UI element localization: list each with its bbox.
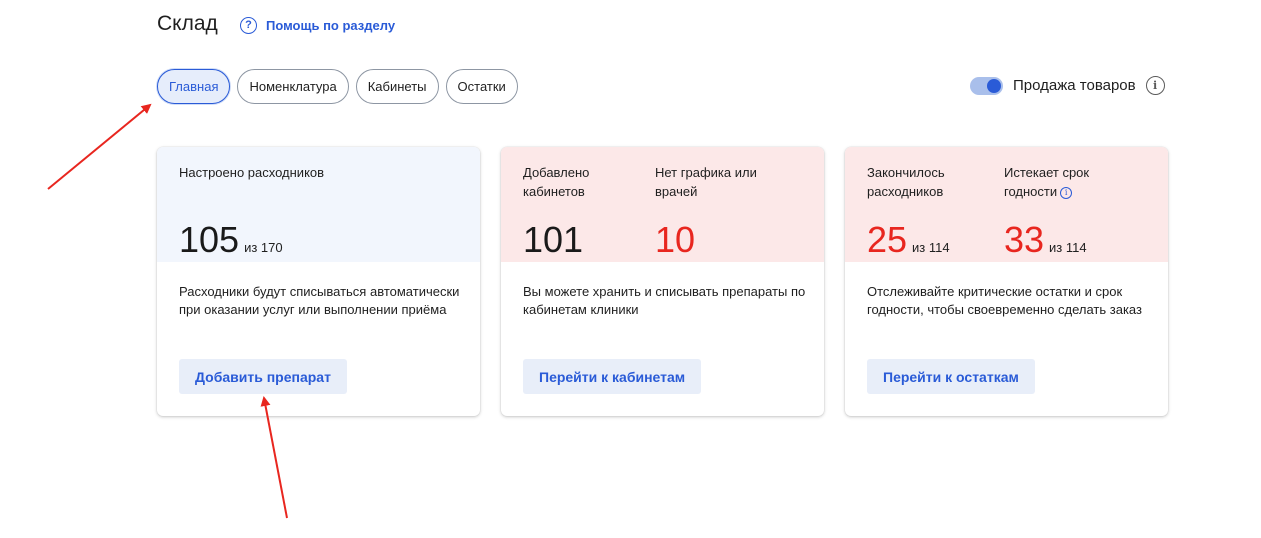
- cabinets-card: Добавлено кабинетов 101 Нет графика или …: [501, 147, 824, 416]
- stock-card: Закончилось расходников 25 из 114 Истека…: [845, 147, 1168, 416]
- page-title: Склад: [157, 12, 218, 35]
- stat-label: Истекает срок годности i: [1004, 163, 1134, 201]
- tab-bar: Главная Номенклатура Кабинеты Остатки: [157, 69, 518, 104]
- go-to-cabinets-button[interactable]: Перейти к кабинетам: [523, 359, 702, 394]
- help-link-label: Помощь по разделу: [266, 18, 396, 33]
- info-icon[interactable]: i: [1060, 186, 1073, 199]
- stat-number: 101: [523, 219, 584, 260]
- card-stats-area: Закончилось расходников 25 из 114 Истека…: [845, 147, 1168, 262]
- stat-total: из 114: [1049, 240, 1087, 255]
- info-icon[interactable]: i: [1145, 76, 1165, 95]
- stat-added-cabinets: Добавлено кабинетов 101: [523, 163, 618, 260]
- stat-value: 25 из 114: [867, 220, 950, 260]
- sales-toggle[interactable]: [970, 76, 1003, 95]
- sales-toggle-group: Продажа товаров i: [970, 76, 1165, 95]
- stat-label: Закончилось расходников: [867, 165, 945, 199]
- stat-value: 105 из 170: [179, 220, 283, 260]
- stat-number: 25: [867, 219, 908, 260]
- card-description: Вы можете хранить и списывать препараты …: [523, 284, 806, 317]
- stat-expiring: Истекает срок годности i 33 из 114: [1004, 163, 1134, 260]
- tab-main[interactable]: Главная: [157, 69, 231, 104]
- card-stats-area: Настроено расходников 105 из 170: [157, 147, 480, 262]
- stat-label: Нет графика или врачей: [655, 165, 757, 199]
- tab-nomenclature[interactable]: Номенклатура: [237, 69, 349, 104]
- consumables-card: Настроено расходников 105 из 170 Расходн…: [157, 147, 480, 416]
- stat-no-schedule: Нет графика или врачей 10: [655, 163, 785, 260]
- stat-value: 10: [655, 220, 695, 260]
- stat-label: Добавлено кабинетов: [523, 165, 590, 199]
- stat-value: 33 из 114: [1004, 220, 1087, 260]
- stat-number: 33: [1004, 219, 1045, 260]
- tab-stock[interactable]: Остатки: [445, 69, 518, 104]
- add-drug-button[interactable]: Добавить препарат: [179, 359, 347, 394]
- stat-out-of-consumables: Закончилось расходников 25 из 114: [867, 163, 977, 260]
- card-description: Расходники будут списываться автоматичес…: [179, 284, 460, 317]
- arrow-to-add-button: [260, 396, 288, 519]
- stat-value: 101: [523, 220, 583, 260]
- tab-cabinets[interactable]: Кабинеты: [355, 69, 439, 104]
- card-stats-area: Добавлено кабинетов 101 Нет графика или …: [501, 147, 824, 262]
- stat-label-text: Истекает срок годности: [1004, 165, 1090, 199]
- toggle-knob: [987, 78, 1001, 93]
- stat-number: 105: [179, 219, 240, 260]
- stat-total: из 170: [244, 240, 283, 255]
- sales-toggle-label: Продажа товаров: [1013, 77, 1136, 94]
- go-to-stock-button[interactable]: Перейти к остаткам: [867, 359, 1035, 394]
- stat-configured-consumables: Настроено расходников 105 из 170: [179, 163, 325, 260]
- card-description: Отслеживайте критические остатки и срок …: [867, 284, 1142, 317]
- stat-number: 10: [655, 219, 696, 260]
- help-icon: ?: [240, 17, 257, 34]
- stat-total: из 114: [912, 240, 950, 255]
- arrow-to-main-tab: [47, 103, 152, 190]
- help-link[interactable]: ? Помощь по разделу: [240, 17, 395, 34]
- stat-label: Настроено расходников: [179, 165, 325, 180]
